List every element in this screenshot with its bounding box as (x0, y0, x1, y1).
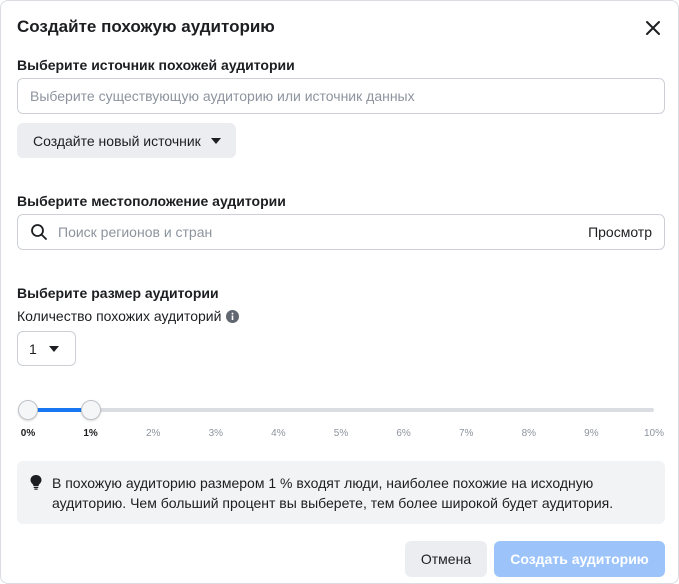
slider-tick-label: 10% (643, 428, 665, 439)
cancel-button[interactable]: Отмена (405, 541, 487, 577)
slider-tick-label: 7% (458, 428, 474, 439)
slider-tick-label: 9% (584, 428, 599, 439)
slider-tick-label: 8% (521, 428, 537, 439)
chevron-down-icon (48, 345, 59, 352)
dialog-title: Создайте похожую аудиторию (17, 17, 275, 36)
slider-tick-label: 5% (333, 428, 349, 439)
slider-tick-label: 0% (20, 428, 36, 439)
lookalike-count-label-row: Количество похожих аудиторий (17, 308, 240, 324)
slider-end-handle[interactable] (80, 400, 101, 420)
close-icon (646, 21, 660, 35)
slider-tick-label: 3% (208, 428, 224, 439)
size-section-label: Выберите размер аудитории (17, 285, 219, 301)
create-new-source-label: Создайте новый источник (33, 132, 201, 149)
location-search-box[interactable]: Просмотр (17, 214, 665, 250)
create-audience-button[interactable]: Создать аудиторию (494, 541, 665, 577)
slider-track[interactable] (28, 408, 654, 412)
slider-tick-label: 1% (83, 428, 98, 439)
location-search-input[interactable] (48, 215, 589, 249)
info-icon[interactable] (226, 309, 240, 323)
slider-tick-label: 4% (271, 428, 286, 439)
cancel-button-label: Отмена (420, 551, 472, 567)
chevron-down-icon (210, 137, 221, 144)
close-button[interactable] (642, 17, 664, 39)
lightbulb-icon (30, 475, 42, 490)
browse-link[interactable]: Просмотр (588, 224, 664, 240)
location-section-label: Выберите местоположение аудитории (17, 193, 286, 209)
create-audience-button-label: Создать аудиторию (510, 551, 649, 567)
lookalike-count-value: 1 (29, 340, 37, 357)
create-lookalike-dialog: Создайте похожую аудиторию Выберите исто… (0, 0, 679, 584)
source-input[interactable] (18, 79, 664, 113)
source-section-label: Выберите источник похожей аудитории (17, 57, 295, 73)
slider-start-handle[interactable] (18, 400, 38, 420)
audience-size-note: В похожую аудиторию размером 1 % входят … (17, 461, 665, 524)
create-new-source-button[interactable]: Создайте новый источник (17, 123, 236, 158)
audience-size-note-text: В похожую аудиторию размером 1 % входят … (52, 475, 614, 511)
search-icon (31, 224, 47, 240)
audience-size-slider[interactable]: 0% 1% 2% 3% 4% 5% 6% 7% 8% 9% 10% (1, 397, 679, 447)
slider-tick-label: 2% (145, 428, 161, 439)
lookalike-count-select[interactable]: 1 (17, 331, 76, 366)
lookalike-count-label: Количество похожих аудиторий (17, 308, 222, 324)
source-input-box[interactable] (17, 78, 665, 114)
slider-tick-label: 6% (396, 428, 411, 439)
